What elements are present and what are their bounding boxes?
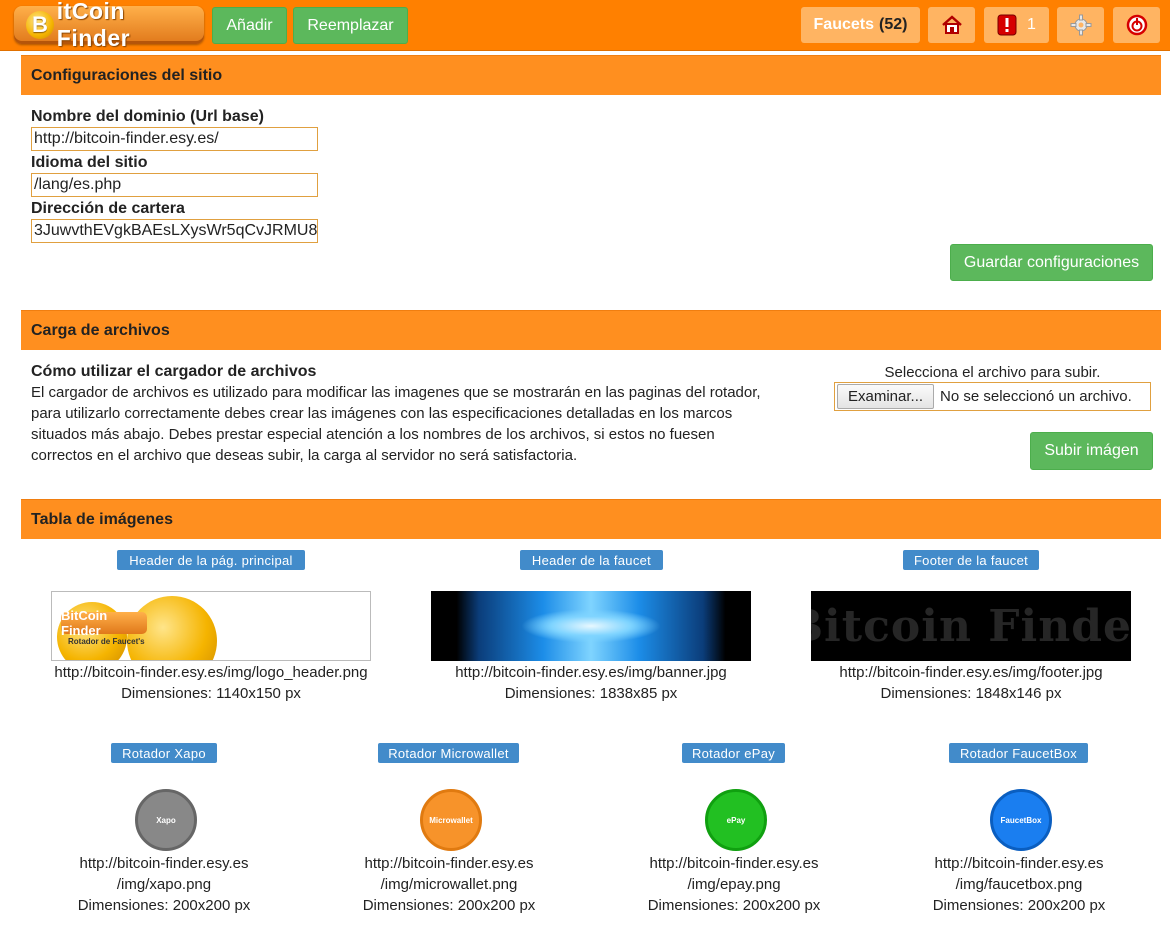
faucetbox-rotator-icon: FaucetBox	[990, 789, 1052, 851]
tag-rotador-xapo: Rotador Xapo	[111, 743, 217, 763]
description-line: El cargador de archivos es utilizado par…	[31, 384, 761, 401]
logo-text: itCoin Finder	[56, 0, 131, 51]
faucets-count: (52)	[879, 16, 908, 33]
alerts-count: 1	[1027, 16, 1036, 33]
faucet-footer-caption: http://bitcoin-finder.esy.es/img/footer.…	[771, 662, 1170, 704]
faucets-button[interactable]: Faucets (52)	[801, 7, 920, 43]
domain-label: Nombre del dominio (Url base)	[31, 108, 264, 125]
image-url: http://bitcoin-finder.esy.es	[364, 855, 534, 872]
save-config-button[interactable]: Guardar configuraciones	[950, 244, 1153, 281]
image-path: /img/faucetbox.png	[955, 876, 1083, 893]
description-line: situados más abajo. Debes prestar especi…	[31, 426, 715, 443]
microwallet-label: Microwallet	[429, 815, 473, 825]
replace-button[interactable]: Reemplazar	[293, 7, 408, 44]
image-url: http://bitcoin-finder.esy.es	[649, 855, 819, 872]
tag-rotador-faucetbox: Rotador FaucetBox	[949, 743, 1088, 763]
wallet-label: Dirección de cartera	[31, 200, 185, 217]
gear-icon	[1070, 14, 1091, 36]
faucetbox-label: FaucetBox	[1000, 815, 1042, 825]
main-header-caption: http://bitcoin-finder.esy.es/img/logo_he…	[11, 662, 411, 704]
xapo-caption: http://bitcoin-finder.esy.es /img/xapo.p…	[64, 853, 264, 916]
image-dimensions: Dimensiones: 1838x85 px	[504, 685, 678, 702]
microwallet-caption: http://bitcoin-finder.esy.es /img/microw…	[349, 853, 549, 916]
image-path: /img/xapo.png	[116, 876, 212, 893]
image-path: /img/microwallet.png	[380, 876, 518, 893]
top-navbar: B itCoin Finder Añadir Reemplazar Faucet…	[0, 0, 1170, 51]
power-icon	[1126, 14, 1147, 36]
bitcoin-finder-logo[interactable]: B itCoin Finder	[14, 0, 204, 51]
language-label: Idioma del sitio	[31, 154, 148, 171]
logo-mini: BitCoin Finder	[61, 608, 147, 638]
uploader-howto-title: Cómo utilizar el cargador de archivos	[31, 363, 317, 380]
site-config-header: Configuraciones del sitio	[21, 55, 1161, 95]
xapo-rotator-icon: Xapo	[135, 789, 197, 851]
add-button[interactable]: Añadir	[212, 7, 287, 44]
faucetbox-caption: http://bitcoin-finder.esy.es /img/faucet…	[919, 853, 1119, 916]
home-icon	[941, 15, 962, 34]
image-url: http://bitcoin-finder.esy.es	[934, 855, 1104, 872]
microwallet-rotator-icon: Microwallet	[420, 789, 482, 851]
uploader-description: El cargador de archivos es utilizado par…	[31, 382, 761, 466]
file-input[interactable]: Examinar... No se seleccionó un archivo.	[834, 382, 1151, 411]
tag-rotador-epay: Rotador ePay	[682, 743, 785, 763]
image-dimensions: Dimensiones: 1140x150 px	[121, 685, 301, 702]
image-dimensions: Dimensiones: 200x200 px	[362, 897, 536, 914]
faucets-label: Faucets	[813, 16, 874, 33]
logo-header-preview: BitCoin Finder Rotador de Faucet's	[51, 591, 371, 661]
select-file-label: Selecciona el archivo para subir.	[884, 364, 1101, 381]
wallet-input[interactable]: 3JuwvthEVgkBAEsLXysWr5qCvJRMU8	[31, 219, 318, 243]
images-table-header: Tabla de imágenes	[21, 499, 1161, 539]
image-url: http://bitcoin-finder.esy.es/img/banner.…	[455, 664, 727, 681]
banner-preview	[431, 591, 751, 661]
faucet-header-caption: http://bitcoin-finder.esy.es/img/banner.…	[391, 662, 791, 704]
language-input[interactable]: /lang/es.php	[31, 173, 318, 197]
footer-preview: Bitcoin Finder	[811, 591, 1131, 661]
browse-button[interactable]: Examinar...	[837, 384, 935, 409]
description-line: para utilizarlo correctamente debes crea…	[31, 405, 733, 422]
footer-preview-text: Bitcoin Finder	[811, 600, 1131, 652]
coin-icon: B	[26, 11, 54, 39]
description-line: correctos en el archivo que deseas subir…	[31, 447, 578, 464]
alert-icon	[997, 14, 1017, 36]
logo-sub: Rotador de Faucet's	[68, 637, 145, 646]
banner-glow	[521, 609, 661, 643]
upload-image-button[interactable]: Subir imágen	[1030, 432, 1153, 470]
home-button[interactable]	[928, 7, 975, 43]
upload-header: Carga de archivos	[21, 310, 1161, 350]
image-path: /img/epay.png	[687, 876, 781, 893]
epay-caption: http://bitcoin-finder.esy.es /img/epay.p…	[634, 853, 834, 916]
tag-faucet-footer: Footer de la faucet	[903, 550, 1039, 570]
tag-faucet-header: Header de la faucet	[520, 550, 663, 570]
logout-button[interactable]	[1113, 7, 1160, 43]
image-dimensions: Dimensiones: 1848x146 px	[880, 685, 1062, 702]
domain-input[interactable]: http://bitcoin-finder.esy.es/	[31, 127, 318, 151]
no-file-text: No se seleccionó un archivo.	[940, 388, 1132, 405]
tag-main-header: Header de la pág. principal	[117, 550, 305, 570]
epay-rotator-icon: ePay	[705, 789, 767, 851]
image-dimensions: Dimensiones: 200x200 px	[77, 897, 251, 914]
epay-label: ePay	[726, 815, 746, 825]
alerts-button[interactable]: 1	[984, 7, 1049, 43]
image-url: http://bitcoin-finder.esy.es/img/footer.…	[839, 664, 1103, 681]
image-dimensions: Dimensiones: 200x200 px	[932, 897, 1106, 914]
settings-button[interactable]	[1057, 7, 1104, 43]
xapo-label: Xapo	[156, 815, 176, 825]
image-dimensions: Dimensiones: 200x200 px	[647, 897, 821, 914]
image-url: http://bitcoin-finder.esy.es/img/logo_he…	[54, 664, 368, 681]
tag-rotador-microwallet: Rotador Microwallet	[378, 743, 519, 763]
image-url: http://bitcoin-finder.esy.es	[79, 855, 249, 872]
